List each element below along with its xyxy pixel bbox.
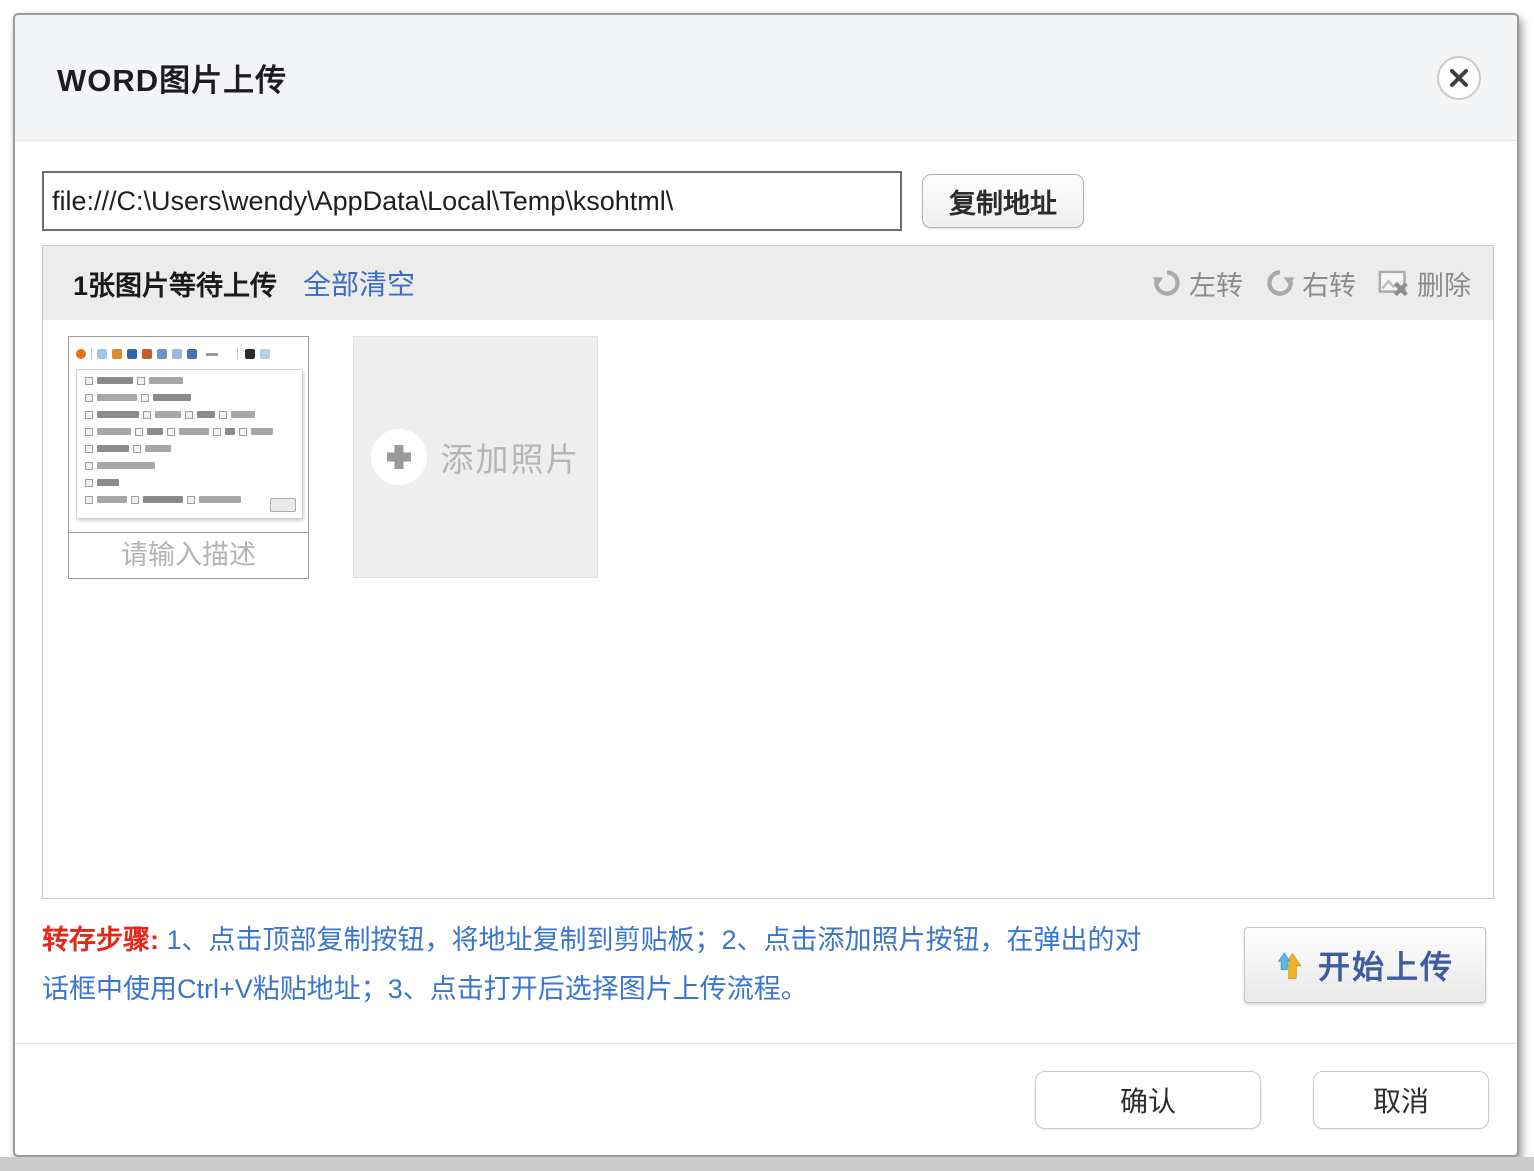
transfer-steps-label: 转存步骤: bbox=[42, 925, 159, 955]
rotate-left-label: 左转 bbox=[1189, 264, 1243, 303]
word-image-upload-dialog: WORD图片上传 复制地址 1张图片等待上传 全部清空 bbox=[13, 13, 1519, 1157]
pending-count-text: 1张图片等待上传 bbox=[73, 264, 277, 303]
dialog-footer: 确认 取消 bbox=[15, 1043, 1517, 1155]
dialog-title-bar: WORD图片上传 bbox=[15, 15, 1517, 141]
delete-label: 删除 bbox=[1417, 264, 1471, 303]
rotate-right-button[interactable]: 右转 bbox=[1265, 264, 1356, 303]
transfer-steps-body: 1、点击顶部复制按钮，将地址复制到剪贴板；2、点击添加照片按钮，在弹出的对话框中… bbox=[42, 925, 1142, 1004]
rotate-right-icon bbox=[1265, 268, 1295, 298]
queued-photo-item[interactable] bbox=[68, 336, 309, 579]
rotate-right-label: 右转 bbox=[1302, 264, 1356, 303]
confirm-button[interactable]: 确认 bbox=[1035, 1071, 1261, 1129]
dialog-title: WORD图片上传 bbox=[57, 55, 287, 100]
word-screenshot-thumbnail bbox=[68, 336, 309, 533]
cancel-button[interactable]: 取消 bbox=[1313, 1071, 1489, 1129]
upload-icon bbox=[1276, 947, 1312, 983]
path-row: 复制地址 bbox=[42, 171, 1490, 231]
transfer-steps-text: 转存步骤: 1、点击顶部复制按钮，将地址复制到剪贴板；2、点击添加照片按钮，在弹… bbox=[42, 916, 1167, 1014]
close-icon bbox=[1448, 67, 1470, 89]
instructions-row: 转存步骤: 1、点击顶部复制按钮，将地址复制到剪贴板；2、点击添加照片按钮，在弹… bbox=[42, 916, 1490, 1014]
dialog-body: 复制地址 1张图片等待上传 全部清空 左转 bbox=[15, 141, 1517, 1014]
clear-all-link[interactable]: 全部清空 bbox=[303, 263, 415, 303]
rotate-left-icon bbox=[1152, 268, 1182, 298]
delete-image-button[interactable]: 删除 bbox=[1378, 264, 1471, 303]
add-photo-button[interactable]: 添加照片 bbox=[353, 336, 598, 578]
delete-image-icon bbox=[1378, 268, 1410, 298]
file-path-input[interactable] bbox=[42, 171, 902, 231]
upload-panel-header: 1张图片等待上传 全部清空 左转 bbox=[43, 246, 1493, 320]
upload-panel-body: 添加照片 bbox=[43, 320, 1493, 579]
start-upload-label: 开始上传 bbox=[1318, 942, 1454, 988]
start-upload-button[interactable]: 开始上传 bbox=[1244, 927, 1486, 1003]
image-tools: 左转 右转 bbox=[1152, 264, 1471, 303]
add-photo-label: 添加照片 bbox=[441, 433, 581, 481]
rotate-left-button[interactable]: 左转 bbox=[1152, 264, 1243, 303]
plus-icon bbox=[371, 429, 427, 485]
copy-address-button[interactable]: 复制地址 bbox=[922, 174, 1084, 228]
upload-queue-panel: 1张图片等待上传 全部清空 左转 bbox=[42, 245, 1494, 899]
page-background-strip bbox=[0, 1157, 1534, 1171]
photo-description-input[interactable] bbox=[68, 532, 309, 579]
close-button[interactable] bbox=[1437, 56, 1481, 100]
